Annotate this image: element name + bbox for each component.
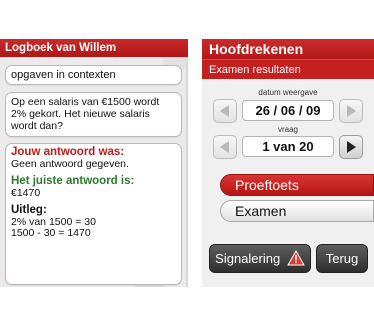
signal-button[interactable]: Signalering xyxy=(209,244,311,273)
logbook-panel: Logboek van Willem opgaven in contexten … xyxy=(0,39,188,287)
date-next-button[interactable] xyxy=(339,99,363,123)
signal-button-label: Signalering xyxy=(215,251,281,266)
logbook-title: Logboek van Willem xyxy=(0,39,188,57)
your-answer-heading: Jouw antwoord was: xyxy=(11,146,125,158)
warning-icon xyxy=(286,249,305,266)
question-next-button[interactable] xyxy=(339,135,363,159)
bottom-margin xyxy=(0,287,374,326)
correct-answer-heading: Het juiste antwoord is: xyxy=(11,175,135,187)
your-answer-text: Geen antwoord gegeven. xyxy=(11,157,129,170)
explanation-line: 1500 - 30 = 1470 xyxy=(11,227,91,239)
arrow-left-icon xyxy=(220,141,229,153)
date-value: 26 / 06 / 09 xyxy=(242,100,334,121)
topic-text: opgaven in contexten xyxy=(11,69,116,81)
date-prev-button[interactable] xyxy=(213,99,237,123)
arrow-left-icon xyxy=(220,105,229,117)
results-panel: Hoofdrekenen Examen resultaten datum wee… xyxy=(202,39,374,287)
topic-card: opgaven in contexten xyxy=(5,65,182,85)
app-title: Hoofdrekenen xyxy=(202,39,374,59)
question-text: Op een salaris van €1500 wordt 2% gekort… xyxy=(11,96,160,132)
arrow-right-icon xyxy=(347,105,356,117)
question-prev-button[interactable] xyxy=(213,135,237,159)
correct-answer-text: €1470 xyxy=(11,186,41,199)
question-value: 1 van 20 xyxy=(242,136,334,157)
section-subtitle: Examen resultaten xyxy=(202,59,374,79)
question-card: Op een salaris van €1500 wordt 2% gekort… xyxy=(5,92,182,137)
answer-card: Jouw antwoord was: Geen antwoord gegeven… xyxy=(5,143,182,285)
arrow-right-icon xyxy=(347,141,356,153)
tab-proeftoets[interactable]: Proeftoets xyxy=(220,174,374,196)
question-stepper-label: vraag xyxy=(277,125,298,134)
explanation-heading: Uitleg: xyxy=(11,204,47,216)
tab-examen[interactable]: Examen xyxy=(220,200,374,222)
back-button[interactable]: Terug xyxy=(316,244,368,273)
date-stepper-label: datum weergave xyxy=(258,88,318,97)
app-screen: Logboek van Willem opgaven in contexten … xyxy=(0,0,374,326)
